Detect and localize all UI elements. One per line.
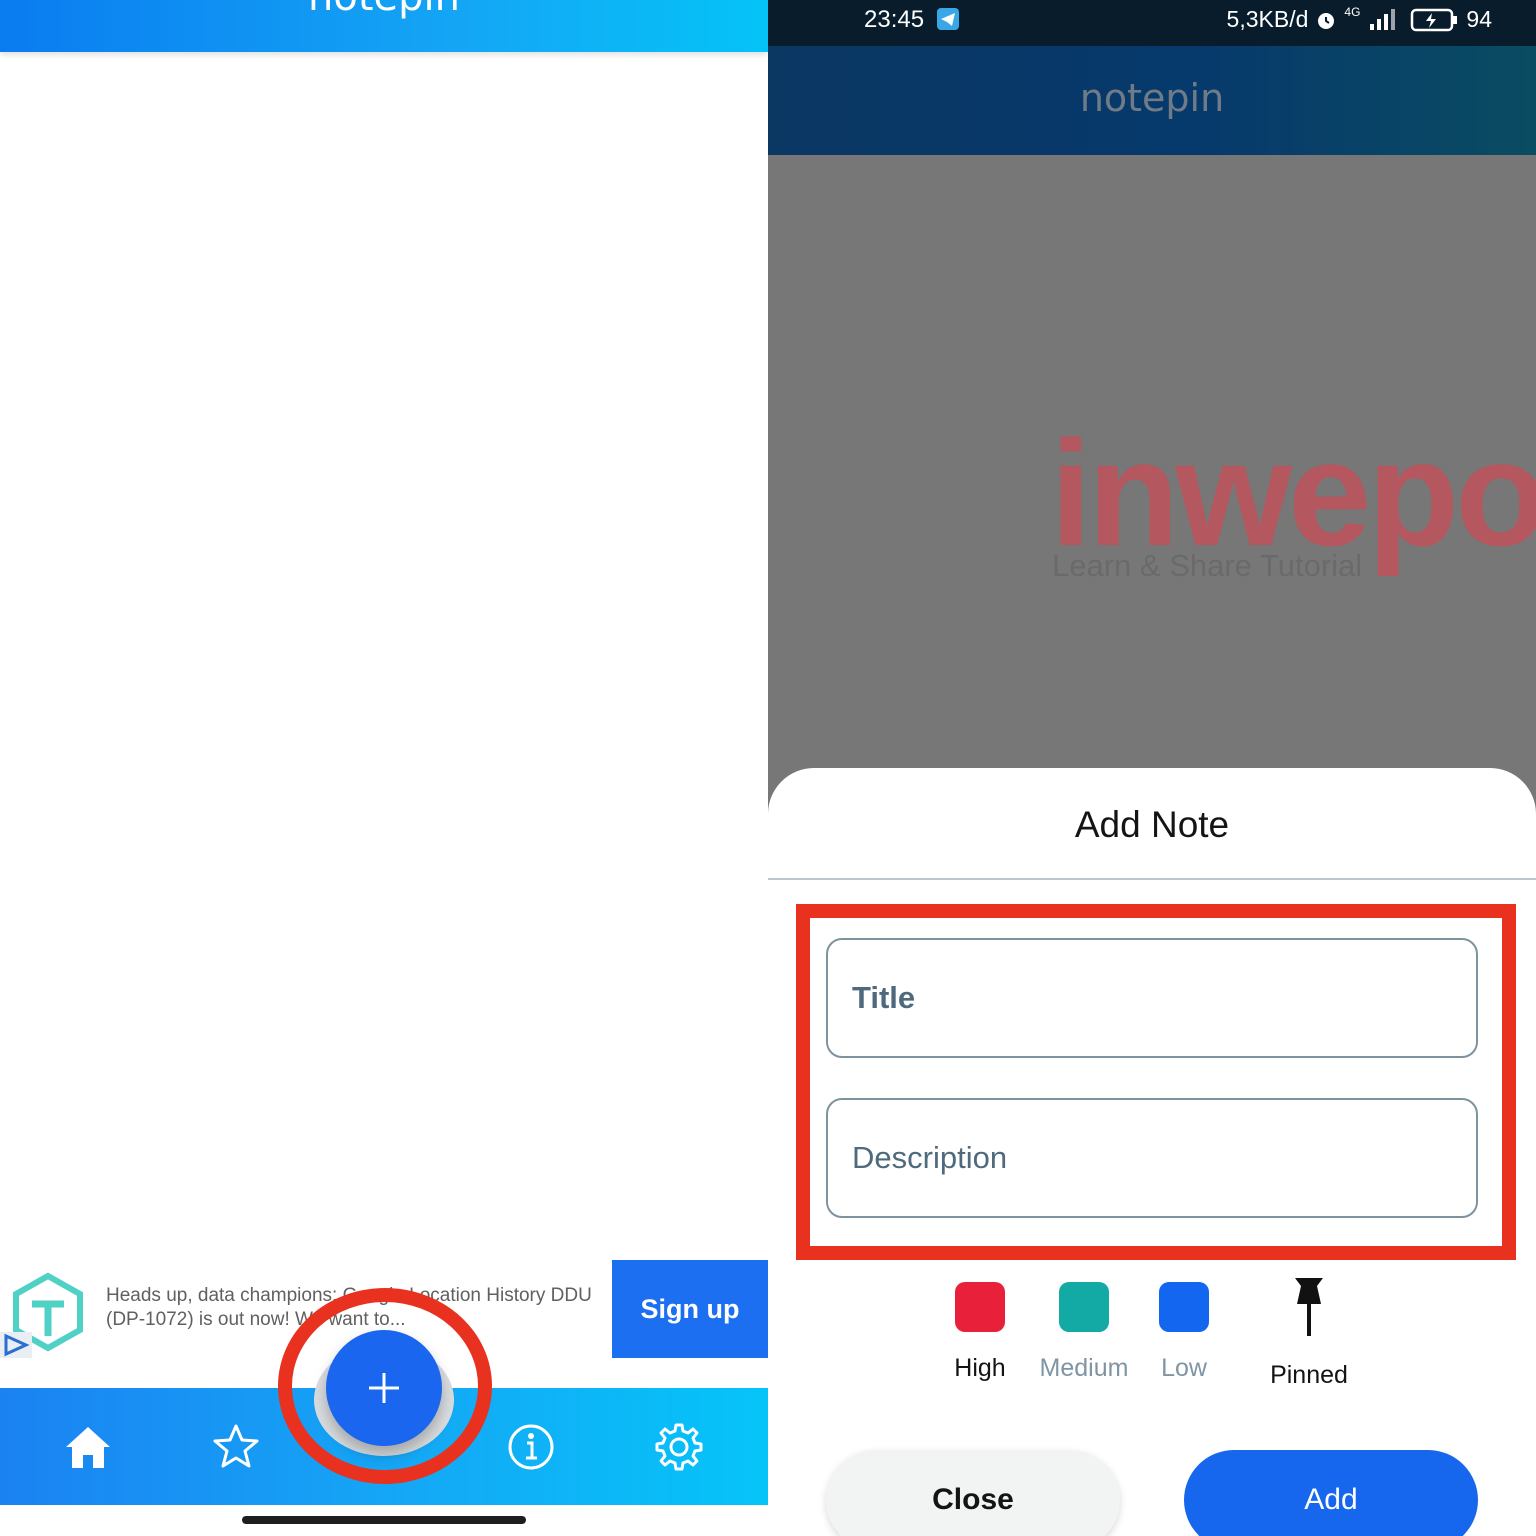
clock: 23:45 bbox=[864, 6, 925, 33]
ad-text: Heads up, data champions: Google Locatio… bbox=[106, 1285, 592, 1330]
plus-icon bbox=[369, 1373, 399, 1403]
alarm-icon bbox=[1318, 12, 1335, 29]
add-button[interactable]: Add bbox=[1184, 1450, 1478, 1536]
ad-signup-button[interactable]: Sign up bbox=[612, 1260, 768, 1358]
status-indicators: 5,3KB/d 4G 94 bbox=[1226, 4, 1492, 33]
telegram-icon bbox=[936, 8, 959, 30]
title-input[interactable]: Title bbox=[826, 938, 1478, 1058]
star-icon[interactable] bbox=[211, 1422, 261, 1472]
app-title: notepin bbox=[0, 0, 768, 20]
app-bar: notepin bbox=[0, 0, 768, 52]
battery-level: 94 bbox=[1466, 6, 1492, 32]
priority-low-label: Low bbox=[1161, 1354, 1207, 1382]
watermark-logo: inwepo bbox=[1050, 409, 1536, 577]
left-screen: notepin Heads up, data champions: Google… bbox=[0, 0, 768, 1536]
priority-high-label: High bbox=[954, 1354, 1006, 1382]
priority-high-swatch[interactable] bbox=[955, 1282, 1005, 1332]
pinned-label: Pinned bbox=[1270, 1361, 1348, 1389]
network-type: 4G bbox=[1344, 4, 1361, 19]
battery-icon bbox=[1411, 8, 1458, 31]
pin-icon[interactable] bbox=[1287, 1276, 1331, 1338]
pinned-toggle[interactable]: Pinned bbox=[1254, 1276, 1364, 1390]
status-time: 23:45 bbox=[864, 6, 959, 34]
priority-medium-label: Medium bbox=[1039, 1354, 1129, 1382]
priority-low-swatch[interactable] bbox=[1159, 1282, 1209, 1332]
signal-icon bbox=[1370, 8, 1396, 30]
sheet-title: Add Note bbox=[1074, 804, 1230, 845]
priority-medium-option[interactable]: Medium bbox=[1029, 1282, 1139, 1383]
network-speed: 5,3KB/d bbox=[1226, 6, 1309, 32]
gear-icon[interactable] bbox=[654, 1422, 704, 1472]
priority-low-option[interactable]: Low bbox=[1129, 1282, 1239, 1383]
home-icon[interactable] bbox=[63, 1422, 113, 1472]
home-indicator bbox=[242, 1516, 526, 1524]
add-note-sheet: Add Note Title Description High Medium L… bbox=[768, 768, 1536, 1536]
app-title: notepin bbox=[1079, 76, 1225, 120]
status-bar: 23:45 5,3KB/d 4G 94 bbox=[768, 0, 1536, 46]
info-icon[interactable] bbox=[506, 1422, 556, 1472]
app-bar: notepin bbox=[768, 46, 1536, 155]
priority-high-option[interactable]: High bbox=[925, 1282, 1035, 1383]
watermark-tagline: Learn & Share Tutorial bbox=[1052, 548, 1363, 583]
divider bbox=[768, 878, 1536, 880]
add-note-fab[interactable] bbox=[326, 1330, 442, 1446]
description-input[interactable]: Description bbox=[826, 1098, 1478, 1218]
close-button[interactable]: Close bbox=[826, 1450, 1120, 1536]
ad-choices-icon[interactable] bbox=[0, 1332, 32, 1358]
watermark: inwepo Learn & Share Tutorial bbox=[1050, 418, 1536, 596]
right-screen: 23:45 5,3KB/d 4G 94 notepin inwepo Learn… bbox=[768, 0, 1536, 1536]
priority-medium-swatch[interactable] bbox=[1059, 1282, 1109, 1332]
